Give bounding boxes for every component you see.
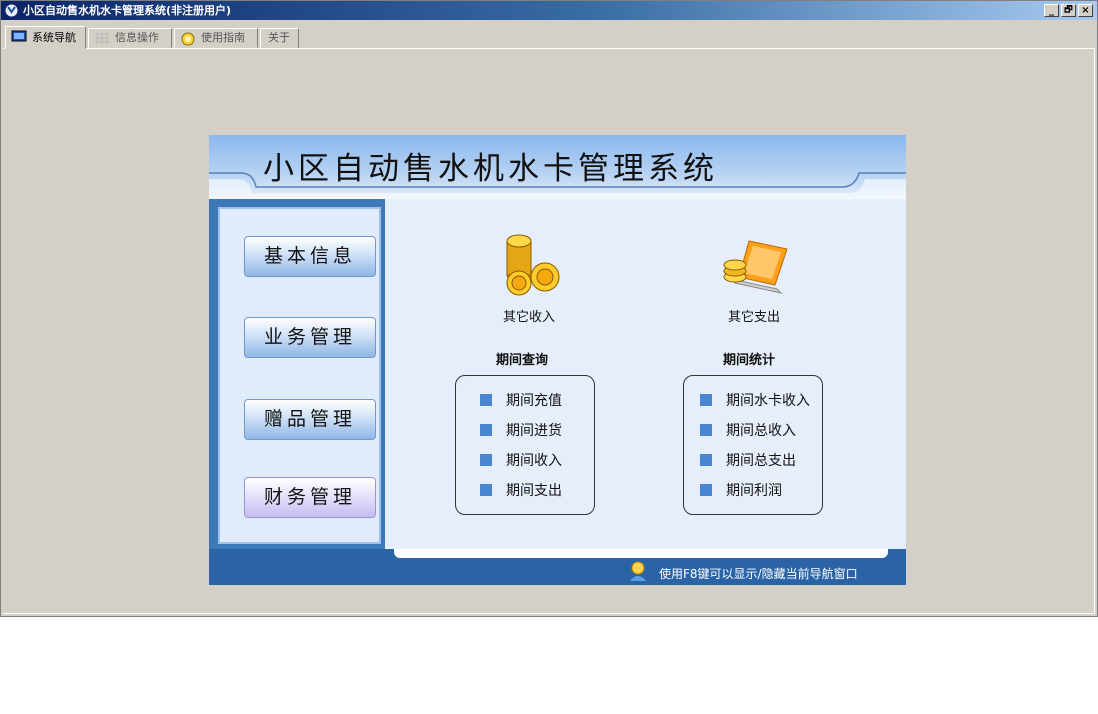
nav-business-mgmt-button[interactable]: 业务管理 [244, 317, 376, 358]
period-query-title: 期间查询 [496, 353, 549, 368]
app-window: 小区自动售水机水卡管理系统(非注册用户) _ 🗗 × 系统导航 信息操作 使用指… [0, 0, 1098, 617]
banner: 小区自动售水机水卡管理系统 [209, 135, 906, 199]
bullet-icon [700, 424, 712, 436]
bullet-icon [480, 454, 492, 466]
period-profit-link[interactable]: 期间利润 [700, 480, 782, 500]
footer-bar: 使用F8键可以显示/隐藏当前导航窗口 [209, 549, 906, 585]
nav-basic-info-button[interactable]: 基本信息 [244, 236, 376, 277]
bullet-icon [480, 424, 492, 436]
footer-strip [394, 549, 888, 558]
sidebar: 基本信息 业务管理 赠品管理 财务管理 [209, 199, 385, 549]
gold-coins-icon [506, 234, 560, 296]
bullet-icon [480, 484, 492, 496]
f8-hint-text: 使用F8键可以显示/隐藏当前导航窗口 [659, 567, 858, 581]
user-hint-icon [630, 561, 646, 581]
bullet-icon [700, 394, 712, 406]
tab-info-ops[interactable]: 信息操作 [88, 28, 172, 48]
close-button[interactable]: × [1078, 4, 1093, 17]
grid-icon [95, 33, 109, 44]
tab-user-guide[interactable]: 使用指南 [174, 28, 258, 48]
tab-about[interactable]: 关于 [260, 28, 299, 48]
period-stats-box: 期间水卡收入 期间总收入 期间总支出 期间利润 [683, 375, 823, 515]
client-top-edge [3, 48, 1095, 49]
app-icon [5, 4, 18, 17]
client-bottom-edge [3, 613, 1095, 614]
laptop-coins-icon [723, 240, 788, 294]
period-query-box: 期间充值 期间进货 期间收入 期间支出 [455, 375, 595, 515]
window-title: 小区自动售水机水卡管理系统(非注册用户) [23, 4, 232, 17]
period-income-link[interactable]: 期间收入 [480, 450, 562, 470]
help-icon [181, 32, 195, 46]
period-purchase-link[interactable]: 期间进货 [480, 420, 562, 440]
title-bar: 小区自动售水机水卡管理系统(非注册用户) _ 🗗 × [1, 1, 1097, 20]
bullet-icon [480, 394, 492, 406]
period-stats-title: 期间统计 [723, 353, 776, 368]
other-expense-label: 其它支出 [727, 310, 780, 325]
client-right-edge [1094, 49, 1095, 613]
sidebar-inner: 基本信息 业务管理 赠品管理 财务管理 [218, 207, 381, 544]
other-income-label: 其它收入 [502, 310, 555, 325]
minimize-button[interactable]: _ [1044, 4, 1059, 17]
nav-gift-mgmt-button[interactable]: 赠品管理 [244, 399, 376, 440]
tab-system-nav[interactable]: 系统导航 [5, 26, 86, 49]
bullet-icon [700, 484, 712, 496]
period-watercard-income-link[interactable]: 期间水卡收入 [700, 390, 810, 410]
period-recharge-link[interactable]: 期间充值 [480, 390, 562, 410]
period-total-income-link[interactable]: 期间总收入 [700, 420, 796, 440]
period-total-expense-link[interactable]: 期间总支出 [700, 450, 796, 470]
bullet-icon [700, 454, 712, 466]
banner-title: 小区自动售水机水卡管理系统 [263, 151, 718, 187]
navigation-panel: 小区自动售水机水卡管理系统 基本信息 业务管理 赠品管理 财务管理 其它收入 其… [209, 135, 906, 585]
restore-button[interactable]: 🗗 [1061, 4, 1076, 17]
nav-finance-mgmt-button[interactable]: 财务管理 [244, 477, 376, 518]
monitor-icon [11, 30, 27, 42]
period-expense-link[interactable]: 期间支出 [480, 480, 562, 500]
